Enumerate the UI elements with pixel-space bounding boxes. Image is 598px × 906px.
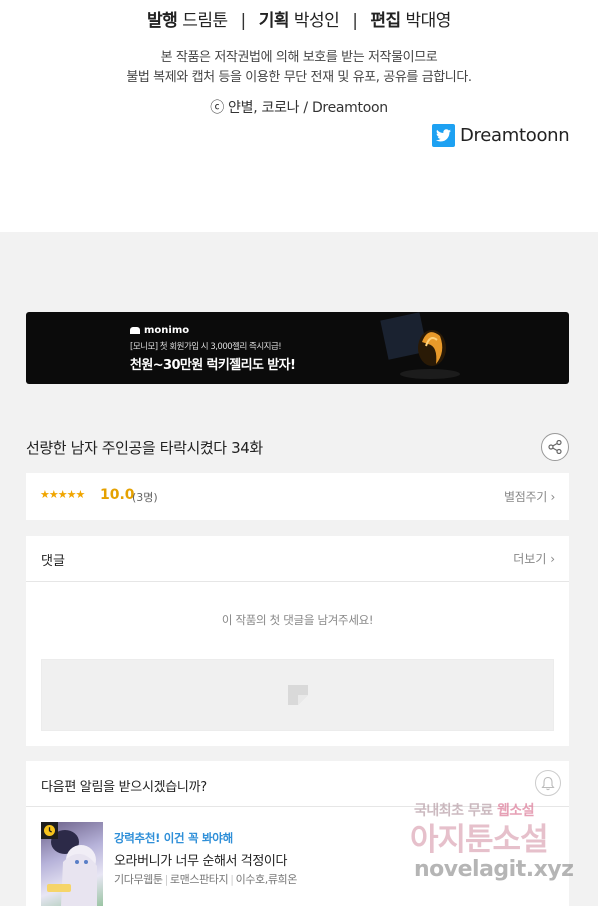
twitter-handle: Dreamtoonn: [460, 124, 570, 146]
comments-header: 댓글: [41, 554, 65, 569]
credit-separator: |: [240, 11, 247, 31]
banner-jelly-illustration: [380, 312, 460, 379]
recommendation-tag: 강력추천! 이건 꼭 봐야해: [114, 831, 233, 845]
recommendation-authors: 이수호,류희온: [235, 873, 298, 886]
divider: [26, 581, 569, 582]
notification-question: 다음편 알림을 받으시겠습니까?: [41, 780, 207, 795]
publisher-label: 발행: [147, 11, 178, 31]
divider: [26, 806, 569, 807]
notification-bell-button[interactable]: [535, 770, 561, 796]
credit-separator: |: [352, 11, 358, 31]
credits-section: 발행 드림툰 | 기획 박성인 | 편집 박대영 본 작품은 저작권법에 의해 …: [0, 0, 598, 232]
twitter-icon: [432, 123, 455, 147]
banner-brand: monimo: [144, 325, 190, 336]
twitter-link[interactable]: Dreamtoonn: [432, 122, 570, 148]
comments-card: 댓글 더보기 › 이 작품의 첫 댓글을 남겨주세요!: [26, 536, 569, 746]
rating-stars: ★★★★★: [40, 488, 85, 501]
comments-more-button[interactable]: 더보기 ›: [513, 550, 555, 567]
recommendation-genre: 로맨스판타지: [169, 873, 229, 886]
rate-button[interactable]: 별점주기 ›: [504, 488, 555, 505]
recommendation-meta: 기다무웹툰 | 로맨스판타지 | 이수호,류희온: [114, 873, 298, 886]
bell-icon: [541, 776, 555, 790]
editing-value: 박대영: [405, 11, 452, 31]
rating-score: 10.0: [100, 487, 135, 503]
rating-card: ★★★★★ 10.0 (3명) 별점주기 ›: [26, 473, 569, 520]
image-placeholder-icon: [288, 685, 308, 705]
publisher-value: 드림툰: [182, 11, 228, 31]
copyright-notice-line2: 불법 복제와 캡처 등을 이용한 무단 전재 및 유포, 공유를 금합니다.: [126, 70, 472, 85]
editing-label: 편집: [370, 11, 401, 31]
planning-label: 기획: [258, 11, 290, 31]
banner-subtext: [모니모] 첫 회원가입 시 3,000젤리 즉시지급!: [130, 342, 282, 352]
recommendation-type: 기다무웹툰: [114, 873, 163, 886]
copyright-text: ⓒ 얀별, 코로나 / Dreamtoon: [210, 100, 388, 116]
recommendation-title[interactable]: 오라버니가 너무 순해서 걱정이다: [114, 850, 287, 869]
credit-line: 발행 드림툰 | 기획 박성인 | 편집 박대영: [0, 6, 598, 31]
ad-banner[interactable]: monimo [모니모] 첫 회원가입 시 3,000젤리 즉시지급! 천원~3…: [26, 312, 569, 384]
share-icon: [548, 440, 562, 454]
planning-value: 박성인: [293, 11, 340, 31]
notification-card: 다음편 알림을 받으시겠습니까? 강력추천! 이건 꼭 봐야해 오라버니가 너무…: [26, 761, 569, 906]
clock-icon: [44, 825, 55, 836]
comments-empty-message: 이 작품의 첫 댓글을 남겨주세요!: [221, 613, 374, 627]
wait-free-badge: [41, 822, 58, 839]
share-button[interactable]: [541, 433, 569, 461]
recommendation-thumbnail[interactable]: [41, 822, 103, 906]
banner-logo: monimo: [130, 325, 189, 336]
banner-headline: 천원~30만원 럭키젤리도 받자!: [130, 358, 296, 373]
comment-input-box[interactable]: [41, 659, 554, 731]
episode-title: 선량한 남자 주인공을 타락시켰다 34화: [26, 439, 263, 457]
rating-count: (3명): [132, 491, 158, 504]
copyright-notice-line1: 본 작품은 저작권법에 의해 보호를 받는 저작물이므로: [160, 50, 438, 65]
monimo-logo-icon: [130, 327, 140, 334]
